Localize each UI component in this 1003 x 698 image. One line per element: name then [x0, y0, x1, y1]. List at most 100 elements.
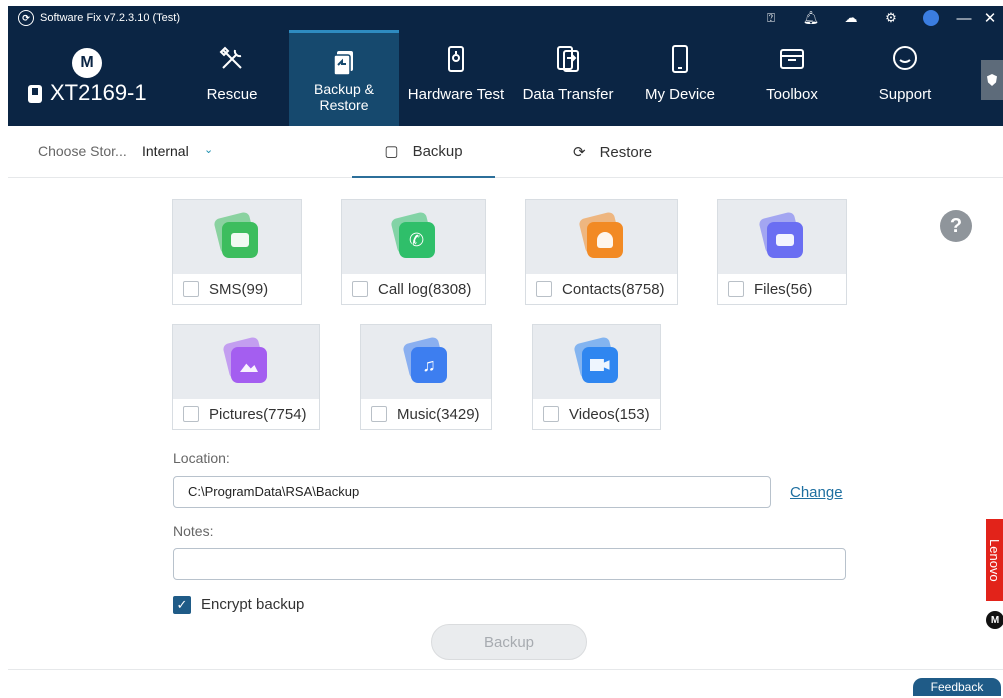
pictures-icon [222, 336, 270, 386]
location-label: Location: [173, 450, 230, 466]
motorola-badge-icon[interactable]: M [986, 611, 1003, 629]
checkbox[interactable] [543, 406, 559, 422]
encrypt-label: Encrypt backup [201, 596, 305, 613]
nav-label: Support [878, 86, 932, 103]
files-icon [758, 211, 806, 261]
wrench-screwdriver-icon [217, 44, 247, 74]
nav-label: My Device [644, 86, 715, 103]
notes-field[interactable] [173, 548, 846, 580]
shield-icon[interactable] [981, 60, 1003, 100]
device-name: XT2169-1 [50, 80, 147, 105]
card-footer: Contacts(8758) [526, 274, 677, 304]
title-bar-controls: ⍰ 🔔︎ ☁︎ ⚙︎ — ✕ [751, 6, 1003, 30]
card-icon-area [173, 325, 319, 399]
card-icon-area [526, 200, 677, 274]
call-log-icon: ✆ [389, 211, 438, 261]
checkbox[interactable] [728, 281, 744, 297]
help-icon[interactable]: ⍰ [751, 6, 791, 30]
card-label: SMS(99) [209, 280, 269, 298]
change-location-link[interactable]: Change [790, 484, 843, 501]
backup-restore-icon [329, 47, 359, 77]
backup-item-contacts[interactable]: Contacts(8758) [525, 199, 678, 305]
checkbox[interactable] [183, 406, 199, 422]
close-icon[interactable]: ✕ [977, 6, 1003, 30]
footer-divider [8, 669, 1003, 670]
card-footer: Pictures(7754) [173, 399, 319, 429]
toolbox-icon [777, 44, 807, 74]
card-label: Contacts(8758) [562, 280, 665, 298]
card-footer: Files(56) [718, 274, 846, 304]
nav-label: Toolbox [766, 86, 818, 103]
card-icon-area [533, 325, 660, 399]
backup-tab-icon: ▢ [384, 143, 399, 160]
card-icon-area: ♫ [361, 325, 491, 399]
card-icon-area [173, 200, 301, 274]
tab-backup[interactable]: ▢ Backup [352, 126, 495, 178]
app-window: ⟳ Software Fix v7.2.3.10 (Test) ⍰ 🔔︎ ☁︎ … [8, 6, 1003, 698]
storage-label: Choose Stor... [38, 143, 127, 159]
card-footer: Music(3429) [361, 399, 491, 429]
cloud-sync-icon[interactable]: ☁︎ [831, 6, 871, 30]
tab-backup-label: Backup [412, 142, 463, 160]
notes-label: Notes: [173, 523, 214, 539]
encrypt-checkbox[interactable]: ✓ [173, 596, 191, 614]
checkbox[interactable] [371, 406, 387, 422]
card-label: Music(3429) [397, 405, 480, 423]
motorola-logo-icon: M [72, 48, 102, 78]
nav-label: Hardware Test [407, 86, 505, 103]
nav-label: Backup & Restore [314, 81, 374, 113]
location-field[interactable]: C:\ProgramData\RSA\Backup [173, 476, 771, 508]
nav-label: Data Transfer [522, 86, 614, 103]
data-transfer-icon [553, 44, 583, 74]
nav-toolbox[interactable]: Toolbox [752, 30, 832, 126]
sms-icon [213, 211, 261, 261]
backup-item-files[interactable]: Files(56) [717, 199, 847, 305]
card-label: Pictures(7754) [209, 405, 307, 423]
help-icon[interactable]: ? [940, 210, 972, 242]
minimize-icon[interactable]: — [951, 6, 977, 30]
lenovo-tab[interactable]: Lenovo [986, 519, 1003, 601]
nav-rescue[interactable]: Rescue [194, 30, 270, 126]
backup-item-videos[interactable]: Videos(153) [532, 324, 661, 430]
sub-header: Choose Stor... Internal ⌄ ▢ Backup ⟳ Res… [8, 126, 1003, 178]
refresh-icon: ⟳ [573, 144, 586, 161]
title-bar: ⟳ Software Fix v7.2.3.10 (Test) ⍰ 🔔︎ ☁︎ … [8, 6, 1003, 30]
main-nav: M XT2169-1 Rescue Backup & Restore Hardw… [8, 30, 1003, 126]
card-footer: SMS(99) [173, 274, 301, 304]
nav-support[interactable]: Support [866, 30, 944, 126]
device-icon [28, 85, 42, 103]
backup-item-music[interactable]: ♫ Music(3429) [360, 324, 492, 430]
chat-bubble-icon [890, 44, 920, 74]
nav-label: Rescue [206, 86, 258, 103]
nav-backup-restore[interactable]: Backup & Restore [289, 30, 399, 126]
nav-label-line2: Restore [319, 97, 369, 113]
tab-restore[interactable]: ⟳ Restore [573, 126, 683, 178]
backup-button[interactable]: Backup [431, 624, 587, 660]
feedback-button[interactable]: Feedback [913, 678, 1001, 696]
contacts-icon [577, 211, 626, 261]
card-label: Call log(8308) [378, 280, 472, 298]
card-label: Videos(153) [569, 405, 650, 423]
hardware-test-icon [441, 44, 471, 74]
backup-item-pictures[interactable]: Pictures(7754) [172, 324, 320, 430]
tab-restore-label: Restore [599, 143, 653, 161]
checkbox[interactable] [352, 281, 368, 297]
bell-icon[interactable]: 🔔︎ [791, 6, 831, 30]
checkbox[interactable] [536, 281, 552, 297]
storage-dropdown[interactable]: Internal [142, 143, 189, 159]
music-icon: ♫ [402, 336, 450, 386]
chevron-down-icon[interactable]: ⌄ [204, 143, 213, 156]
nav-hardware-test[interactable]: Hardware Test [404, 30, 508, 126]
nav-my-device[interactable]: My Device [638, 30, 722, 126]
nav-data-transfer[interactable]: Data Transfer [518, 30, 618, 126]
card-footer: Call log(8308) [342, 274, 485, 304]
backup-item-sms[interactable]: SMS(99) [172, 199, 302, 305]
user-avatar-icon[interactable] [911, 6, 951, 30]
card-icon-area: ✆ [342, 200, 485, 274]
checkbox[interactable] [183, 281, 199, 297]
backup-item-call-log[interactable]: ✆ Call log(8308) [341, 199, 486, 305]
card-footer: Videos(153) [533, 399, 660, 429]
settings-icon[interactable]: ⚙︎ [871, 6, 911, 30]
card-label: Files(56) [754, 280, 813, 298]
motorola-logo-icon: ⟳ [18, 10, 34, 26]
